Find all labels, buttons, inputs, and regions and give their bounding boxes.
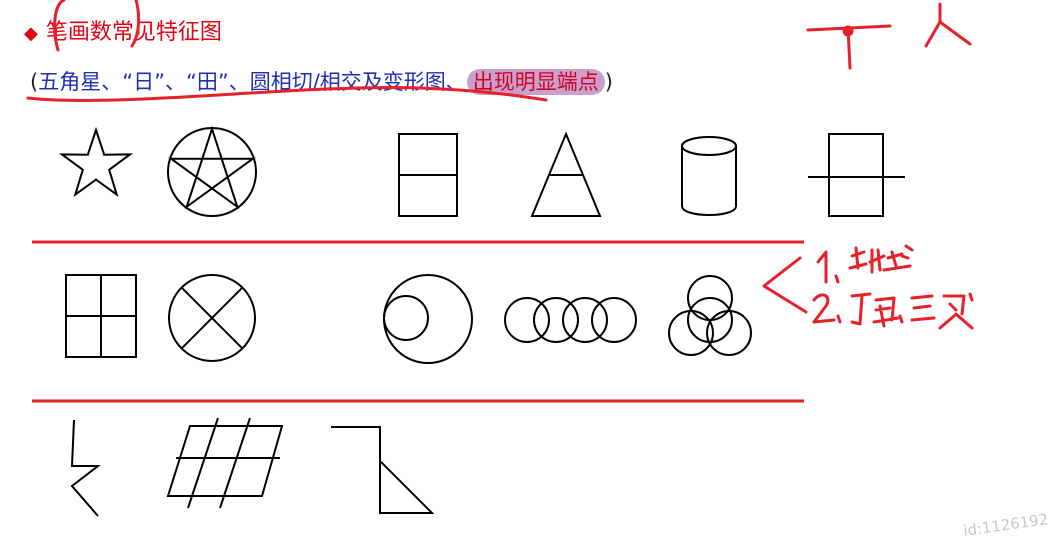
y-junction-sketch	[924, 2, 972, 48]
cylinder-figure	[681, 136, 737, 216]
zigzag-lightning-figure	[70, 419, 101, 517]
subtitle-underline-annotation	[26, 86, 548, 102]
tangent-circles-figure	[383, 274, 473, 364]
handwritten-note-2	[812, 292, 974, 330]
handwritten-note-1	[816, 244, 914, 284]
chain-circles-figure	[504, 297, 637, 343]
figure-canvas	[26, 0, 974, 517]
tian-character-figure	[65, 274, 137, 358]
bracket-annotation	[762, 256, 808, 314]
t-junction-dot	[842, 25, 854, 37]
star-figure	[58, 126, 134, 198]
title-circle-annotation	[53, 0, 141, 52]
slanted-grid-figure	[166, 417, 284, 509]
overlapping-circles-figure	[668, 275, 752, 356]
ri-character-figure	[398, 133, 458, 217]
crossed-box-figure	[808, 133, 905, 217]
triangle-figure	[530, 131, 602, 217]
circled-x-figure	[168, 274, 256, 362]
corner-triangle-figure	[331, 426, 435, 514]
circled-pentagram-figure	[167, 125, 257, 217]
